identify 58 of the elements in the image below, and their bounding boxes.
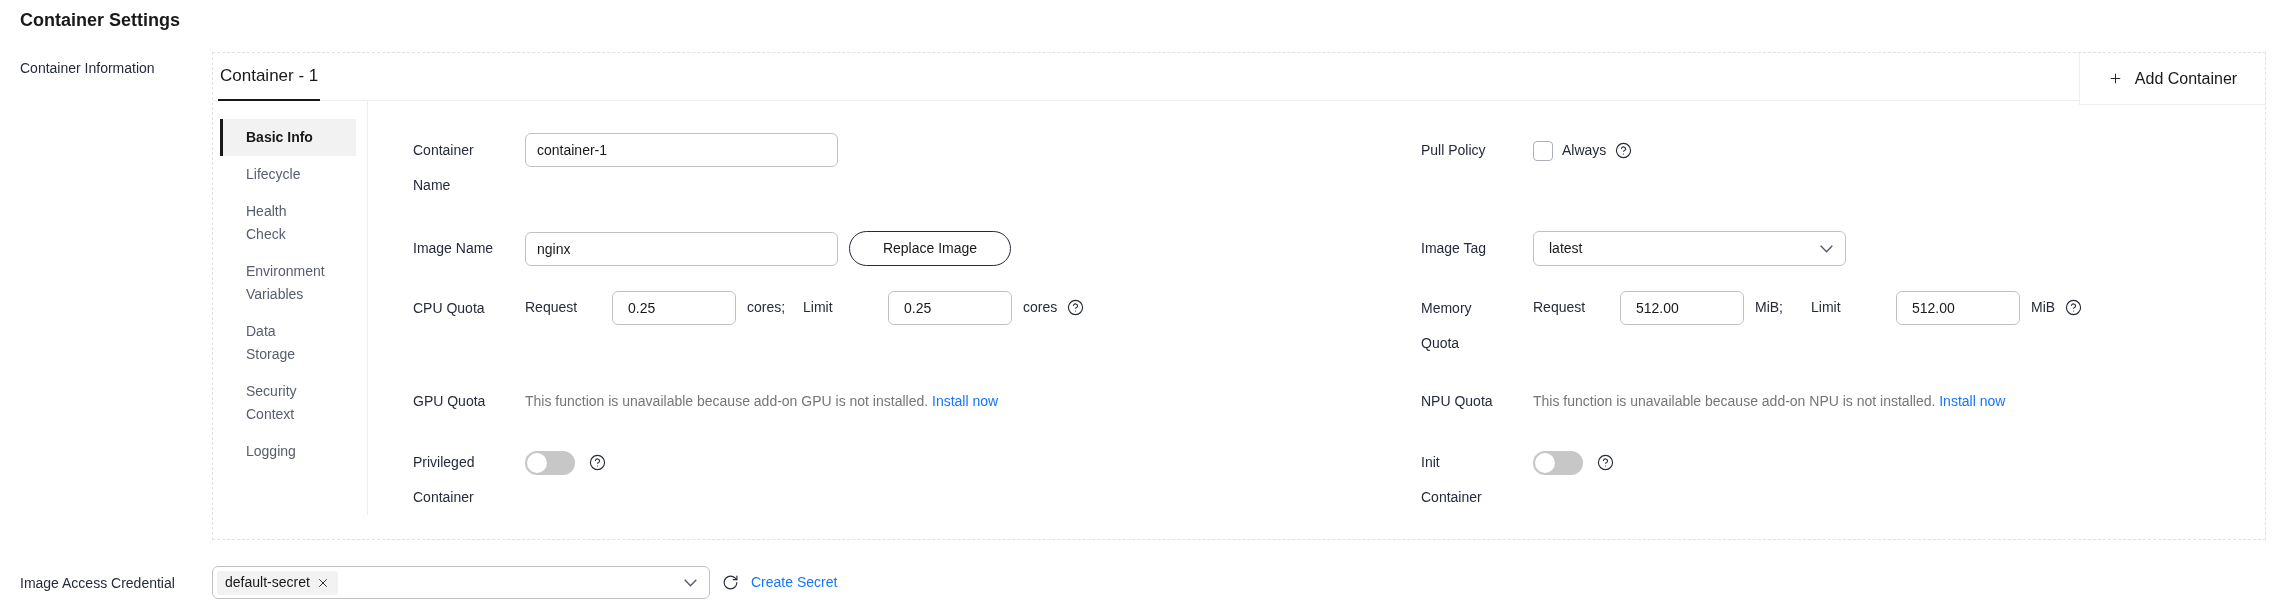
field-label: Container Name [413, 141, 475, 195]
toggle-switch[interactable] [1533, 450, 1583, 475]
section-label: Container Information [20, 60, 155, 76]
side-nav-item[interactable]: Data Storage [220, 313, 356, 373]
unit-label: cores [1023, 298, 1058, 317]
checkbox-label: Always [1562, 141, 1607, 160]
field-label: CPU Quota [413, 299, 486, 318]
text-input[interactable]: container-1 [525, 133, 838, 167]
credential-select[interactable]: default-secret [212, 566, 710, 599]
help-icon[interactable] [1615, 142, 1633, 159]
help-icon[interactable] [1067, 299, 1085, 316]
plus-icon [2107, 71, 2123, 86]
limit-label: Limit [803, 298, 834, 317]
add-container-button[interactable]: Add Container [2079, 53, 2265, 105]
page-title: Container Settings [20, 10, 180, 30]
notice-text: This function is unavailable because add-on NPU is not installed. Install now [1533, 392, 2006, 411]
create-secret-link[interactable]: Create Secret [751, 572, 838, 593]
request-input[interactable]: 512.00 [1620, 291, 1744, 325]
chevron-icon [1820, 244, 1833, 253]
chevron-icon [684, 578, 697, 587]
field-label: Pull Policy [1421, 141, 1487, 160]
text-input[interactable]: nginx [525, 231, 838, 266]
side-nav-item[interactable]: Environment Variables [220, 253, 356, 313]
field-label: Init Container [1421, 453, 1483, 507]
field-label: GPU Quota [413, 392, 487, 411]
toggle-switch[interactable] [525, 450, 575, 475]
install-link[interactable]: Install now [1939, 393, 2006, 409]
replace-image-button[interactable]: Replace Image [849, 231, 1011, 266]
request-input[interactable]: 0.25 [612, 291, 736, 325]
side-nav-item[interactable]: Health Check [220, 193, 356, 253]
refresh-icon[interactable] [722, 574, 739, 591]
field-label: NPU Quota [1421, 392, 1494, 411]
checkbox[interactable] [1533, 140, 1553, 161]
field-label: Image Tag [1421, 239, 1488, 258]
secret-tag: default-secret [217, 570, 338, 595]
help-icon[interactable] [1597, 454, 1614, 471]
help-icon[interactable] [589, 454, 606, 471]
side-nav-item[interactable]: Lifecycle [220, 156, 356, 193]
request-label: Request [1533, 298, 1587, 317]
side-nav-item[interactable]: Logging [220, 433, 356, 470]
limit-input[interactable]: 512.00 [1896, 291, 2020, 325]
unit-label: cores; [747, 298, 787, 317]
limit-label: Limit [1811, 298, 1842, 317]
field-label: Image Name [413, 239, 495, 258]
unit-label: MiB; [1755, 298, 1784, 317]
notice-text: This function is unavailable because add-on GPU is not installed. Install now [525, 392, 999, 411]
select-field[interactable]: latest [1533, 231, 1846, 266]
limit-input[interactable]: 0.25 [888, 291, 1012, 325]
unit-label: MiB [2031, 298, 2056, 317]
side-nav-item[interactable]: Basic Info [220, 119, 356, 156]
install-link[interactable]: Install now [932, 393, 999, 409]
field-label: Privileged Container [413, 453, 476, 507]
side-nav-item[interactable]: Security Context [220, 373, 356, 433]
field-label: Image Access Credential [20, 574, 175, 591]
request-label: Request [525, 298, 579, 317]
container-tab[interactable]: Container - 1 [218, 53, 321, 101]
help-icon[interactable] [2065, 299, 2083, 316]
field-label: Memory Quota [1421, 299, 1473, 353]
